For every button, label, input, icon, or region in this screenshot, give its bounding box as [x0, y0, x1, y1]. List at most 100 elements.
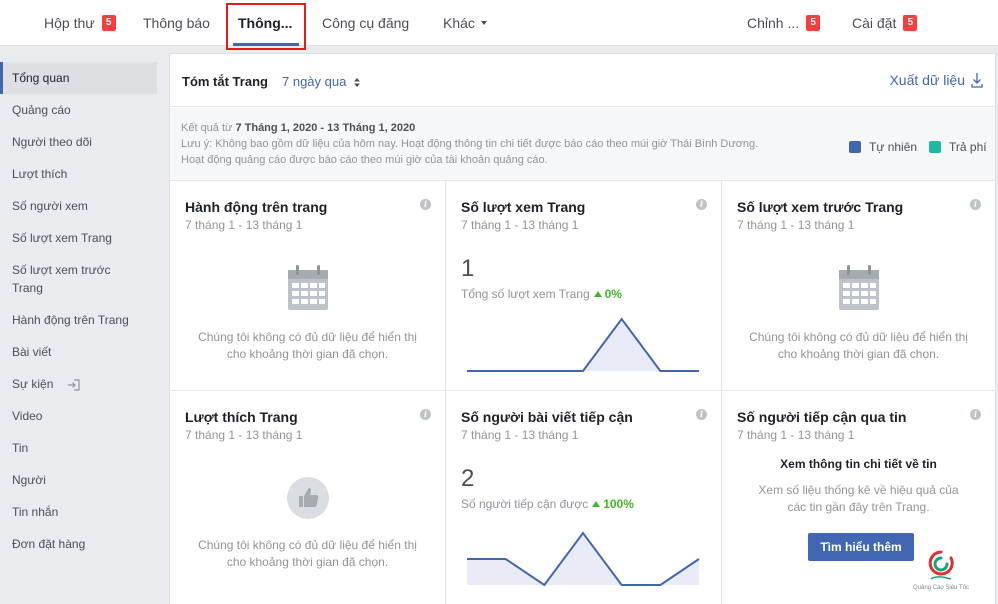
card-date: 7 tháng 1 - 13 tháng 1	[461, 428, 579, 442]
tab-inbox-label: Hộp thư	[44, 15, 95, 31]
tab-insights-label: Thông...	[238, 15, 293, 31]
info-icon[interactable]: i	[970, 409, 981, 420]
promo-line-2: các tin gần đây trên Trang.	[787, 500, 930, 514]
tab-edit-page[interactable]: Chỉnh ... 5	[747, 0, 821, 46]
tab-notifications[interactable]: Thông báo	[143, 0, 210, 46]
sidebar-item-ads[interactable]: Quảng cáo	[0, 101, 157, 119]
active-tab-indicator	[233, 43, 299, 46]
sparkline-area	[467, 319, 699, 371]
info-icon[interactable]: i	[970, 199, 981, 210]
metric-name: Số người tiếp cận được	[461, 497, 589, 511]
sidebar-item-likes[interactable]: Lượt thích	[0, 165, 157, 183]
card-title: Số lượt xem Trang	[461, 199, 586, 215]
export-label: Xuất dữ liệu	[889, 72, 965, 88]
sidebar-item-videos[interactable]: Video	[0, 407, 157, 425]
trend-up-icon	[593, 291, 602, 297]
card-page-actions: Hành động trên trang 7 tháng 1 - 13 thán…	[170, 181, 446, 391]
sidebar-item-people[interactable]: Người	[0, 471, 157, 489]
card-date: 7 tháng 1 - 13 tháng 1	[737, 218, 855, 232]
info-icon[interactable]: i	[696, 409, 707, 420]
tab-settings[interactable]: Cài đặt 5	[852, 0, 918, 46]
sparkline-line	[467, 317, 699, 372]
sidebar-item-page-views[interactable]: Số lượt xem Trang	[0, 229, 157, 247]
metric-label: Tổng số lượt xem Trang 0%	[461, 287, 622, 301]
sidebar-item-label: Tổng quan	[12, 71, 70, 85]
thumbs-up-icon	[286, 477, 329, 519]
sidebar-item-label: Người	[12, 473, 46, 487]
card-post-reach: Số người bài viết tiếp cận 7 tháng 1 - 1…	[446, 391, 722, 604]
metric-name: Tổng số lượt xem Trang	[461, 287, 590, 301]
period-label: 7 ngày qua	[282, 74, 347, 89]
info-icon[interactable]: i	[696, 199, 707, 210]
sidebar-item-events[interactable]: Sự kiện	[0, 375, 157, 393]
sidebar-item-orders[interactable]: Đơn đặt hàng	[0, 535, 157, 553]
empty-message: Chúng tôi không có đủ dữ liệu để hiển th…	[170, 329, 445, 363]
metric-delta: 100%	[603, 497, 634, 511]
card-title: Số người tiếp cận qua tin	[737, 409, 907, 425]
sidebar-item-label: Tin nhắn	[12, 505, 59, 519]
calendar-icon	[838, 265, 879, 310]
sidebar-item-posts[interactable]: Bài viết	[0, 343, 157, 361]
sidebar-item-label-cont: Trang	[12, 281, 43, 295]
sidebar-item-reach[interactable]: Số người xem	[0, 197, 157, 215]
note-line-2: Hoạt động quảng cáo được báo cáo theo mú…	[181, 154, 548, 166]
info-icon[interactable]: i	[420, 199, 431, 210]
card-date: 7 tháng 1 - 13 tháng 1	[185, 218, 303, 232]
empty-message: Chúng tôi không có đủ dữ liệu để hiển th…	[722, 329, 995, 363]
sidebar-item-followers[interactable]: Người theo dõi	[0, 133, 157, 151]
empty-line-1: Chúng tôi không có đủ dữ liệu để hiển th…	[198, 330, 417, 344]
metric-value: 1	[461, 255, 475, 282]
sidebar-item-label: Người theo dõi	[12, 135, 92, 149]
info-icon[interactable]: i	[420, 409, 431, 420]
promo-line-1: Xem số liệu thống kê về hiệu quả của	[758, 483, 959, 497]
legend-swatch-organic	[849, 141, 861, 153]
sidebar-item-messages[interactable]: Tin nhắn	[0, 503, 157, 521]
sidebar-item-label: Hành động trên Trang	[12, 313, 129, 327]
tab-settings-label: Cài đặt	[852, 15, 897, 31]
sidebar-item-label: Tin	[12, 441, 29, 455]
card-title: Hành động trên trang	[185, 199, 328, 215]
legend-swatch-paid	[929, 141, 941, 153]
export-data-link[interactable]: Xuất dữ liệu	[889, 72, 983, 88]
inbox-badge: 5	[101, 15, 116, 31]
card-title: Số người bài viết tiếp cận	[461, 409, 633, 425]
card-date: 7 tháng 1 - 13 tháng 1	[737, 428, 855, 442]
logo-icon	[928, 550, 954, 580]
card-page-views: Số lượt xem Trang 7 tháng 1 - 13 tháng 1…	[446, 181, 722, 391]
card-date: 7 tháng 1 - 13 tháng 1	[461, 218, 579, 232]
empty-line-2: cho khoảng thời gian đã chọn.	[226, 555, 389, 569]
login-icon	[67, 379, 80, 391]
summary-header: Tóm tắt Trang 7 ngày qua Xuất dữ liệu	[170, 54, 995, 107]
empty-line-1: Chúng tôi không có đủ dữ liệu để hiển th…	[198, 538, 417, 552]
sidebar-item-page-actions[interactable]: Hành động trên Trang	[0, 311, 157, 329]
sidebar-item-label: Số lượt xem Trang	[12, 231, 112, 245]
period-select[interactable]: 7 ngày qua	[282, 74, 360, 89]
card-date: 7 tháng 1 - 13 tháng 1	[185, 428, 303, 442]
card-page-likes: Lượt thích Trang 7 tháng 1 - 13 tháng 1 …	[170, 391, 446, 604]
sidebar-item-label: Quảng cáo	[12, 103, 71, 117]
tab-more-label: Khác	[443, 15, 475, 31]
card-title: Lượt thích Trang	[185, 409, 298, 425]
tab-inbox[interactable]: Hộp thư 5	[44, 0, 116, 46]
watermark-logo: Quảng Cáo Siêu Tốc	[899, 549, 983, 597]
sidebar-item-stories[interactable]: Tin	[0, 439, 157, 457]
trend-up-icon	[592, 501, 601, 507]
tab-more[interactable]: Khác	[443, 0, 487, 46]
sidebar-item-overview[interactable]: Tổng quan	[0, 62, 157, 94]
edit-page-badge: 5	[806, 15, 821, 31]
legend-paid: Trả phí	[929, 140, 987, 154]
sidebar-item-page-previews[interactable]: Số lượt xem trước Trang	[0, 261, 157, 297]
metric-delta: 0%	[604, 287, 622, 301]
tab-insights[interactable]: Thông...	[238, 0, 292, 46]
sidebar-item-label: Số người xem	[12, 199, 88, 213]
empty-line-2: cho khoảng thời gian đã chọn.	[226, 347, 389, 361]
tab-publishing-tools[interactable]: Công cụ đăng	[322, 0, 409, 46]
promo-description: Xem số liệu thống kê về hiệu quả của các…	[722, 482, 995, 516]
empty-line-2: cho khoảng thời gian đã chọn.	[777, 347, 940, 361]
sidebar-item-label: Sự kiện	[12, 377, 54, 391]
legend-paid-label: Trả phí	[949, 140, 987, 154]
legend-organic-label: Tự nhiên	[869, 140, 918, 154]
post-reach-sparkline	[467, 531, 700, 587]
note-line-1: Lưu ý: Không bao gồm dữ liệu của hôm nay…	[181, 138, 759, 150]
top-navigation: Hộp thư 5 Thông báo Thông... Công cụ đăn…	[0, 0, 998, 46]
